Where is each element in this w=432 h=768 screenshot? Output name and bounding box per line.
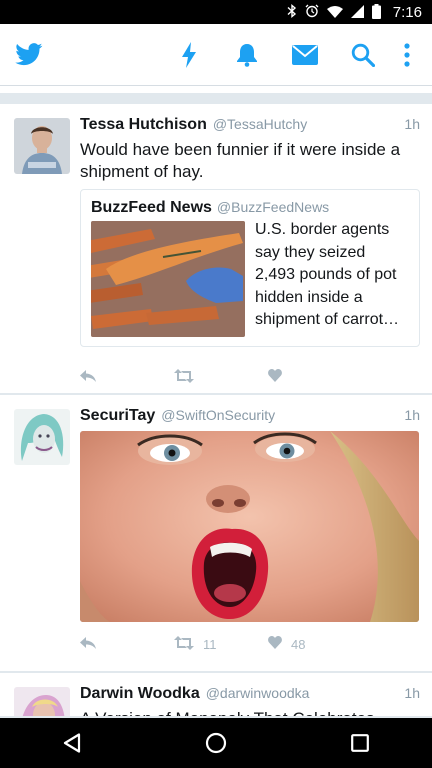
recents-icon[interactable] <box>330 721 390 765</box>
quoted-author-name: BuzzFeed News <box>91 199 212 216</box>
retweet-count: 11 <box>203 636 217 652</box>
quoted-tweet-image[interactable] <box>91 221 245 337</box>
heart-icon <box>268 636 282 652</box>
tweet-header: Darwin Woodka @darwinwoodka 1h <box>80 685 420 705</box>
status-time: 7:16 <box>392 3 422 21</box>
like-button[interactable] <box>268 369 291 385</box>
retweet-icon <box>174 368 194 386</box>
twitter-bird-icon[interactable] <box>10 36 48 74</box>
tweet-actions <box>80 366 291 388</box>
tweet-text: A Version of Monopoly That Celebrates <box>80 708 408 716</box>
author-handle[interactable]: @darwinwoodka <box>206 685 310 701</box>
author-handle[interactable]: @SwiftOnSecurity <box>161 407 275 423</box>
tweet[interactable]: SecuriTay @SwiftOnSecurity 1h 11 48 <box>0 395 432 672</box>
avatar[interactable] <box>14 687 70 716</box>
retweet-button[interactable] <box>174 368 268 386</box>
quoted-tweet-text: U.S. border agents say they seized 2,493… <box>255 221 400 328</box>
author-handle[interactable]: @TessaHutchy <box>213 116 307 132</box>
quoted-author-handle: @BuzzFeedNews <box>216 199 330 215</box>
overflow-menu-icon[interactable] <box>392 31 422 79</box>
like-count: 48 <box>291 636 306 652</box>
tweet-header: Tessa Hutchison @TessaHutchy 1h <box>80 116 420 136</box>
like-button[interactable]: 48 <box>268 636 305 652</box>
system-nav-bar <box>0 718 432 768</box>
home-icon[interactable] <box>186 721 246 765</box>
tweet-text: Would have been funnier if it were insid… <box>80 140 401 181</box>
signal-icon <box>350 4 364 20</box>
tweet[interactable]: Tessa Hutchison @TessaHutchy 1h Would ha… <box>0 104 432 394</box>
timeline[interactable]: Tessa Hutchison @TessaHutchy 1h Would ha… <box>0 86 432 716</box>
search-icon[interactable] <box>334 31 392 79</box>
tweet-image[interactable] <box>80 431 419 622</box>
tweet-header: SecuriTay @SwiftOnSecurity 1h <box>80 407 420 427</box>
reply-button[interactable] <box>80 369 174 385</box>
reply-icon <box>80 369 96 385</box>
reply-button[interactable] <box>80 636 174 652</box>
lightning-icon[interactable] <box>160 31 218 79</box>
status-bar: 7:16 <box>0 0 432 24</box>
author-name[interactable]: Tessa Hutchison <box>80 116 207 134</box>
avatar[interactable] <box>14 409 70 465</box>
previous-tweet-remnant <box>0 86 432 94</box>
author-name[interactable]: Darwin Woodka <box>80 685 200 703</box>
heart-icon <box>268 369 282 385</box>
wifi-icon <box>326 5 343 20</box>
app-bar <box>0 24 432 86</box>
tweet-time: 1h <box>404 407 420 423</box>
back-icon[interactable] <box>42 721 102 765</box>
retweet-icon <box>174 635 194 653</box>
quoted-tweet[interactable]: BuzzFeed News @BuzzFeedNews U.S. border … <box>80 189 420 347</box>
battery-icon <box>371 3 381 21</box>
reply-icon <box>80 636 96 652</box>
tweet-actions: 11 48 <box>80 633 305 655</box>
tweet-time: 1h <box>404 685 420 701</box>
author-name[interactable]: SecuriTay <box>80 407 155 425</box>
tweet[interactable]: Darwin Woodka @darwinwoodka 1h A Version… <box>0 673 432 716</box>
tweet-time: 1h <box>404 116 420 132</box>
bluetooth-icon <box>287 4 297 20</box>
notifications-bell-icon[interactable] <box>218 31 276 79</box>
messages-envelope-icon[interactable] <box>276 31 334 79</box>
alarm-icon <box>305 4 319 20</box>
avatar[interactable] <box>14 118 70 174</box>
retweet-button[interactable]: 11 <box>174 635 268 653</box>
